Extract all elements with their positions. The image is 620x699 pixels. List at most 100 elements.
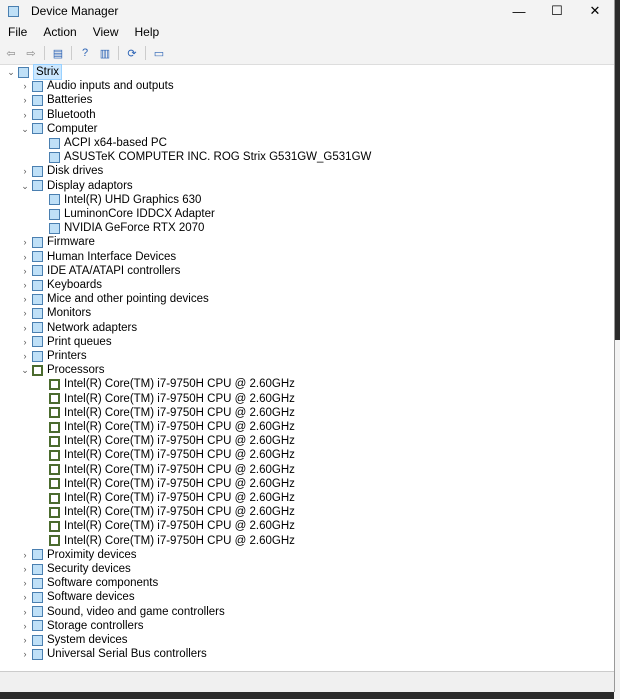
processor-icon: [49, 407, 60, 419]
tree-item[interactable]: › Firmware: [20, 235, 95, 249]
chevron-right-icon[interactable]: ›: [20, 250, 30, 264]
tree-item[interactable]: Intel(R) Core(TM) i7-9750H CPU @ 2.60GHz: [49, 448, 295, 462]
tree-item[interactable]: › Disk drives: [20, 164, 104, 178]
forward-icon[interactable]: ⇨: [24, 46, 38, 60]
chevron-right-icon[interactable]: ›: [20, 264, 30, 278]
tree-item[interactable]: Intel(R) Core(TM) i7-9750H CPU @ 2.60GHz: [49, 505, 295, 519]
menu-bar: File Action View Help: [0, 22, 614, 42]
tree-item[interactable]: › Batteries: [20, 93, 93, 107]
chevron-right-icon[interactable]: ›: [20, 306, 30, 320]
tree-item[interactable]: NVIDIA GeForce RTX 2070: [49, 221, 204, 235]
chevron-right-icon[interactable]: ›: [20, 108, 30, 122]
chevron-down-icon[interactable]: ⌄: [20, 122, 30, 136]
tree-root[interactable]: ⌄ Strix: [6, 64, 62, 80]
tree-item[interactable]: Intel(R) Core(TM) i7-9750H CPU @ 2.60GHz: [49, 420, 295, 434]
tree-item[interactable]: Intel(R) Core(TM) i7-9750H CPU @ 2.60GHz: [49, 392, 295, 406]
chevron-right-icon[interactable]: ›: [20, 349, 30, 363]
back-icon[interactable]: ⇦: [4, 46, 18, 60]
menu-help[interactable]: Help: [127, 25, 168, 39]
menu-file[interactable]: File: [0, 25, 35, 39]
toolbar-separator: [71, 46, 72, 60]
tree-item[interactable]: Intel(R) Core(TM) i7-9750H CPU @ 2.60GHz: [49, 519, 295, 533]
tree-item[interactable]: › Storage controllers: [20, 619, 144, 633]
tree-item[interactable]: › Sound, video and game controllers: [20, 605, 225, 619]
tree-item[interactable]: › Human Interface Devices: [20, 250, 177, 264]
chevron-right-icon[interactable]: ›: [20, 164, 30, 178]
chevron-down-icon[interactable]: ⌄: [6, 65, 16, 79]
processor-icon: [49, 535, 60, 547]
monitor-icon[interactable]: ▭: [152, 46, 166, 60]
tree-item[interactable]: › Software devices: [20, 590, 135, 604]
tree-item-label: Universal Serial Bus controllers: [47, 648, 207, 661]
tree-item[interactable]: › Mice and other pointing devices: [20, 292, 209, 306]
tree-item[interactable]: › Print queues: [20, 335, 112, 349]
chevron-right-icon[interactable]: ›: [20, 292, 30, 306]
chevron-right-icon[interactable]: ›: [20, 647, 30, 661]
chevron-right-icon[interactable]: ›: [20, 633, 30, 647]
processor-icon: [49, 421, 60, 433]
menu-action[interactable]: Action: [35, 25, 84, 39]
tree-item[interactable]: › Proximity devices: [20, 548, 137, 562]
chevron-right-icon[interactable]: ›: [20, 619, 30, 633]
tree-item[interactable]: Intel(R) Core(TM) i7-9750H CPU @ 2.60GHz: [49, 463, 295, 477]
device-icon: [32, 236, 43, 248]
chevron-right-icon[interactable]: ›: [20, 576, 30, 590]
update-driver-icon[interactable]: ▥: [98, 46, 112, 60]
tree-item-label: Bluetooth: [47, 108, 96, 121]
chevron-right-icon[interactable]: ›: [20, 605, 30, 619]
chevron-right-icon[interactable]: ›: [20, 548, 30, 562]
tree-item-label: Processors: [47, 364, 105, 377]
tree-item[interactable]: › Printers: [20, 349, 87, 363]
tree-item-label: Batteries: [47, 94, 93, 107]
tree-item-label: Network adapters: [47, 321, 138, 334]
tree-item[interactable]: Intel(R) Core(TM) i7-9750H CPU @ 2.60GHz: [49, 406, 295, 420]
chevron-down-icon[interactable]: ⌄: [20, 179, 30, 193]
tree-item[interactable]: ⌄ Display adaptors: [20, 179, 133, 193]
chevron-right-icon[interactable]: ›: [20, 278, 30, 292]
tree-item[interactable]: › Security devices: [20, 562, 131, 576]
tree-item-label: Intel(R) Core(TM) i7-9750H CPU @ 2.60GHz: [64, 435, 295, 448]
help-icon[interactable]: ?: [78, 46, 92, 60]
tree-item-label: Security devices: [47, 563, 131, 575]
chevron-right-icon[interactable]: ›: [20, 590, 30, 604]
tree-item[interactable]: Intel(R) Core(TM) i7-9750H CPU @ 2.60GHz: [49, 491, 295, 505]
device-icon: [32, 279, 43, 291]
properties-icon[interactable]: ▤: [51, 46, 65, 60]
tree-item[interactable]: › System devices: [20, 633, 128, 647]
chevron-right-icon[interactable]: ›: [20, 562, 30, 576]
tree-item[interactable]: ACPI x64-based PC: [49, 136, 167, 150]
chevron-right-icon[interactable]: ›: [20, 321, 30, 335]
tree-item[interactable]: › Bluetooth: [20, 108, 96, 122]
tree-item[interactable]: › Keyboards: [20, 278, 102, 292]
chevron-right-icon[interactable]: ›: [20, 335, 30, 349]
menu-view[interactable]: View: [85, 25, 127, 39]
chevron-right-icon[interactable]: ›: [20, 79, 30, 93]
tree-item[interactable]: › Software components: [20, 576, 159, 590]
tree-item-label: Display adaptors: [47, 179, 133, 192]
tree-item[interactable]: LuminonCore IDDCX Adapter: [49, 207, 215, 221]
chevron-right-icon[interactable]: ›: [20, 235, 30, 249]
tree-item-label: Intel(R) Core(TM) i7-9750H CPU @ 2.60GHz: [64, 421, 295, 433]
tree-item[interactable]: ⌄ Processors: [20, 363, 105, 377]
tree-item[interactable]: Intel(R) UHD Graphics 630: [49, 193, 201, 207]
close-button[interactable]: ✕: [576, 0, 614, 22]
tree-item[interactable]: › Network adapters: [20, 321, 138, 335]
tree-item[interactable]: › Audio inputs and outputs: [20, 79, 174, 93]
tree-item[interactable]: ⌄ Computer: [20, 122, 97, 136]
scan-hardware-icon[interactable]: ⟳: [125, 46, 139, 60]
tree-item-label: Monitors: [47, 307, 92, 320]
tree-item[interactable]: Intel(R) Core(TM) i7-9750H CPU @ 2.60GHz: [49, 534, 295, 548]
device-icon: [32, 80, 43, 92]
tree-item[interactable]: Intel(R) Core(TM) i7-9750H CPU @ 2.60GHz: [49, 434, 295, 448]
chevron-down-icon[interactable]: ⌄: [20, 363, 30, 377]
tree-item[interactable]: › Universal Serial Bus controllers: [20, 647, 207, 661]
tree-item-label: ASUSTeK COMPUTER INC. ROG Strix G531GW_G…: [64, 151, 372, 164]
tree-item[interactable]: › IDE ATA/ATAPI controllers: [20, 264, 181, 278]
tree-item[interactable]: ASUSTeK COMPUTER INC. ROG Strix G531GW_G…: [49, 150, 371, 164]
tree-item[interactable]: Intel(R) Core(TM) i7-9750H CPU @ 2.60GHz: [49, 477, 295, 491]
maximize-button[interactable]: ☐: [538, 0, 576, 22]
tree-item[interactable]: › Monitors: [20, 306, 92, 320]
tree-item[interactable]: Intel(R) Core(TM) i7-9750H CPU @ 2.60GHz: [49, 377, 295, 391]
minimize-button[interactable]: —: [500, 0, 538, 22]
chevron-right-icon[interactable]: ›: [20, 93, 30, 107]
